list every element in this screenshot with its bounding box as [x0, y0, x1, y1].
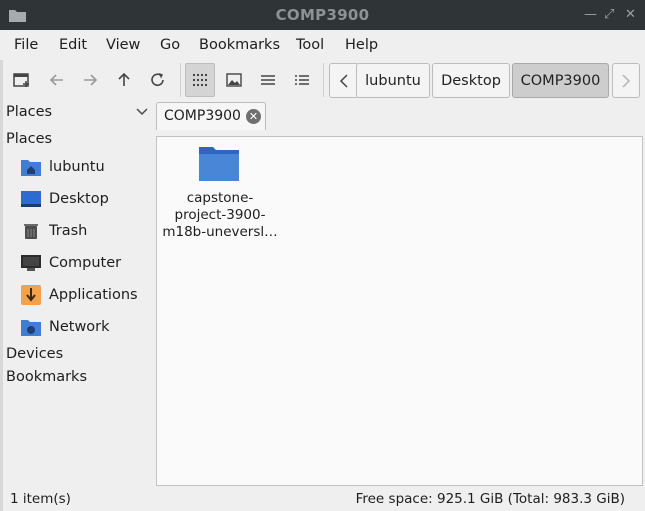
sidebar-item-label: Network [49, 319, 110, 335]
breadcrumb-comp3900[interactable]: COMP3900 [512, 63, 609, 98]
close-icon[interactable]: ✕ [625, 7, 636, 22]
minimize-icon[interactable]: — [584, 7, 597, 22]
detailed-list-button[interactable] [287, 63, 317, 97]
sidebar-mode-selector[interactable]: Places [6, 104, 52, 120]
file-item-label[interactable]: capstone- project-3900- m18b-uneversl… [160, 190, 280, 241]
forward-button[interactable] [75, 63, 105, 97]
file-name-line: m18b-uneversl… [162, 224, 278, 240]
menu-view[interactable]: View [106, 37, 140, 53]
sidebar-item-trash[interactable]: Trash [20, 218, 87, 244]
thumbnail-view-button[interactable] [219, 63, 249, 97]
sidebar-item-applications[interactable]: Applications [20, 282, 138, 308]
menu-bookmarks[interactable]: Bookmarks [199, 37, 280, 53]
menu-go[interactable]: Go [160, 37, 180, 53]
reload-icon [151, 73, 164, 86]
maximize-icon[interactable]: ⤢ [604, 7, 614, 22]
tab-label: COMP3900 [164, 108, 241, 124]
chevron-down-icon[interactable] [136, 108, 148, 116]
sidebar-section-bookmarks[interactable]: Bookmarks [6, 369, 87, 385]
chevron-left-icon [339, 73, 348, 88]
new-tab-button[interactable] [7, 63, 37, 97]
up-button[interactable] [109, 63, 139, 97]
sidebar-item-computer[interactable]: Computer [20, 250, 121, 276]
network-icon [20, 316, 42, 338]
breadcrumb-forward-button[interactable] [612, 63, 640, 98]
file-view[interactable] [156, 136, 643, 486]
breadcrumb-back-button[interactable] [329, 63, 359, 98]
menu-file[interactable]: File [14, 37, 38, 53]
chevron-right-icon [622, 73, 631, 88]
folder-icon [199, 147, 239, 181]
window-title: COMP3900 [275, 6, 370, 24]
status-free-space: Free space: 925.1 GiB (Total: 983.3 GiB) [355, 491, 625, 507]
breadcrumb-desktop[interactable]: Desktop [432, 63, 510, 98]
sidebar-item-network[interactable]: Network [20, 314, 110, 340]
reload-button[interactable] [143, 63, 173, 97]
menu-help[interactable]: Help [345, 37, 378, 53]
sidebar-item-label: Computer [49, 255, 122, 271]
sidebar-item-desktop[interactable]: Desktop [20, 186, 109, 212]
breadcrumb-lubuntu[interactable]: lubuntu [356, 63, 430, 98]
status-item-count: 1 item(s) [10, 491, 71, 507]
toolbar-separator [323, 63, 324, 97]
trash-icon [20, 220, 42, 242]
compact-view-icon [261, 75, 275, 85]
file-name-line: project-3900- [174, 207, 266, 223]
file-item[interactable] [198, 143, 242, 185]
sidebar-item-label: Desktop [49, 191, 109, 207]
tab-comp3900[interactable]: COMP3900 ✕ [156, 102, 266, 130]
title-bar: COMP3900 — ⤢ ✕ [0, 0, 645, 30]
sidebar-section-places[interactable]: Places [6, 131, 52, 147]
file-name-line: capstone- [186, 190, 254, 206]
detailed-list-icon [295, 75, 309, 85]
sidebar-item-label: Applications [49, 287, 138, 303]
computer-icon [20, 252, 42, 274]
sidebar-item-label: Trash [49, 223, 88, 239]
compact-view-button[interactable] [253, 63, 283, 97]
home-folder-icon [20, 156, 42, 178]
sidebar-item-lubuntu[interactable]: lubuntu [20, 154, 105, 180]
icon-view-button[interactable] [185, 63, 215, 97]
desktop-icon [20, 188, 42, 210]
toolbar-separator [180, 63, 181, 97]
back-button[interactable] [42, 63, 72, 97]
icon-view-icon [193, 74, 207, 86]
sidebar-section-devices[interactable]: Devices [6, 346, 63, 362]
up-icon [118, 72, 130, 86]
close-tab-icon[interactable]: ✕ [246, 109, 261, 124]
menu-tool[interactable]: Tool [296, 37, 324, 53]
thumbnail-view-icon [226, 73, 242, 87]
forward-icon [84, 74, 98, 86]
menu-edit[interactable]: Edit [59, 37, 87, 53]
new-tab-icon [13, 73, 29, 87]
sidebar-mode-label: Places [6, 104, 53, 120]
window-frame [0, 30, 3, 511]
sidebar-item-label: lubuntu [49, 159, 105, 175]
back-icon [49, 74, 63, 86]
applications-icon [20, 284, 42, 306]
